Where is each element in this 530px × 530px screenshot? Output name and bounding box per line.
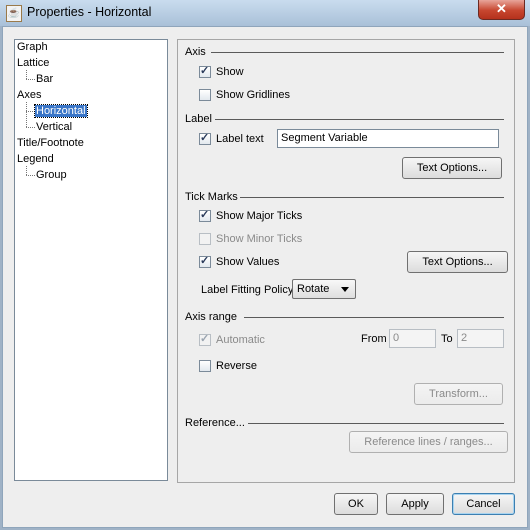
- tree-connector: [26, 70, 27, 79]
- show-axis-label[interactable]: Show: [216, 66, 244, 78]
- reverse-checkbox[interactable]: [199, 360, 211, 372]
- label-text-field[interactable]: Segment Variable: [277, 129, 499, 148]
- show-values-label[interactable]: Show Values: [216, 256, 279, 268]
- section-divider: [240, 197, 504, 198]
- label-section-heading: Label: [185, 113, 212, 125]
- show-gridlines-checkbox[interactable]: [199, 89, 211, 101]
- reference-lines-button[interactable]: Reference lines / ranges...: [349, 431, 508, 453]
- range-to-field[interactable]: 2: [457, 329, 504, 348]
- tree-connector: [26, 166, 27, 175]
- section-divider: [244, 317, 504, 318]
- reverse-label[interactable]: Reverse: [216, 360, 257, 372]
- label-fitting-policy-value: Rotate: [297, 283, 330, 295]
- tree-item-title-footnote[interactable]: Title/Footnote: [17, 137, 84, 149]
- reference-section-heading: Reference...: [185, 417, 245, 429]
- property-tree[interactable]: Graph Lattice Bar Axes Horizontal Vertic…: [14, 39, 168, 481]
- label-text-checkbox[interactable]: [199, 131, 211, 145]
- transform-button[interactable]: Transform...: [414, 383, 503, 405]
- show-values-checkbox[interactable]: [199, 254, 211, 268]
- tree-item-horizontal[interactable]: Horizontal: [34, 104, 88, 118]
- axis-section-heading: Axis: [185, 46, 206, 58]
- axis-range-section-heading: Axis range: [185, 311, 237, 323]
- section-divider: [215, 119, 504, 120]
- tree-item-group[interactable]: Group: [36, 169, 67, 181]
- tree-item-bar[interactable]: Bar: [36, 73, 53, 85]
- label-fitting-policy-select[interactable]: Rotate: [292, 279, 356, 299]
- close-button[interactable]: ✕: [478, 0, 525, 20]
- show-major-ticks-checkbox[interactable]: [199, 208, 211, 222]
- tree-item-lattice[interactable]: Lattice: [17, 57, 49, 69]
- tree-connector: [26, 79, 35, 80]
- tree-connector: [26, 175, 35, 176]
- show-gridlines-label[interactable]: Show Gridlines: [216, 89, 290, 101]
- label-fitting-policy-label: Label Fitting Policy: [201, 284, 294, 296]
- tree-item-legend[interactable]: Legend: [17, 153, 54, 165]
- tree-item-axes[interactable]: Axes: [17, 89, 41, 101]
- window-title: Properties - Horizontal: [27, 5, 152, 19]
- tree-item-graph[interactable]: Graph: [17, 41, 48, 53]
- range-from-field[interactable]: 0: [389, 329, 436, 348]
- range-from-label: From: [361, 333, 387, 345]
- tick-marks-section-heading: Tick Marks: [185, 191, 238, 203]
- tick-text-options-button[interactable]: Text Options...: [407, 251, 508, 273]
- tree-item-vertical[interactable]: Vertical: [36, 121, 72, 133]
- tree-connector: [26, 102, 27, 127]
- automatic-range-label: Automatic: [216, 334, 265, 346]
- tree-connector: [26, 111, 35, 112]
- tree-connector: [26, 127, 35, 128]
- cancel-button[interactable]: Cancel: [452, 493, 515, 515]
- section-divider: [248, 423, 504, 424]
- range-to-label: To: [441, 333, 453, 345]
- label-text-label[interactable]: Label text: [216, 133, 264, 145]
- java-cup-icon: ☕: [6, 5, 22, 22]
- apply-button[interactable]: Apply: [386, 493, 444, 515]
- show-axis-checkbox[interactable]: [199, 64, 211, 78]
- automatic-range-checkbox[interactable]: [199, 332, 211, 346]
- label-text-options-button[interactable]: Text Options...: [402, 157, 502, 179]
- chevron-down-icon: [341, 287, 349, 292]
- ok-button[interactable]: OK: [334, 493, 378, 515]
- show-major-ticks-label[interactable]: Show Major Ticks: [216, 210, 302, 222]
- section-divider: [211, 52, 504, 53]
- show-minor-ticks-checkbox[interactable]: [199, 233, 211, 245]
- show-minor-ticks-label: Show Minor Ticks: [216, 233, 303, 245]
